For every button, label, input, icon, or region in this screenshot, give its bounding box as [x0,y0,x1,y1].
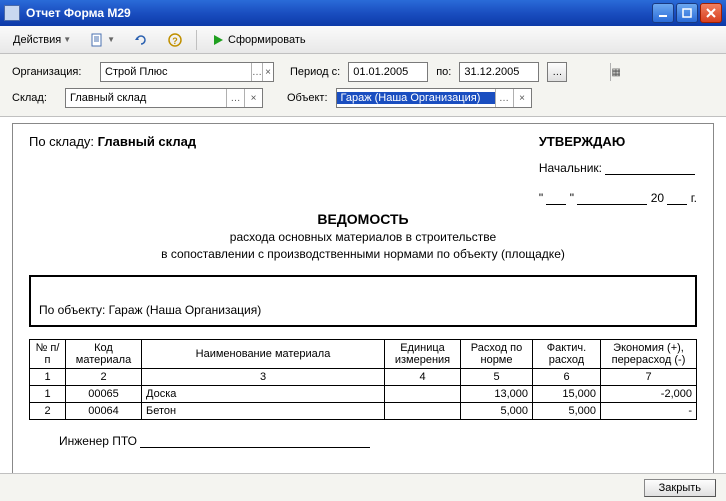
restore-icon [133,32,149,48]
col-econ: Экономия (+), перерасход (-) [601,339,697,368]
svg-text:?: ? [172,36,178,46]
warehouse-input[interactable] [66,92,226,104]
chevron-down-icon: ▼ [63,35,71,44]
play-icon [210,32,226,48]
report-viewport[interactable]: По складу: Главный склад УТВЕРЖДАЮ Начал… [12,123,714,501]
help-button[interactable]: ? [160,29,190,51]
object-label: Объект: [287,92,328,104]
generate-button[interactable]: Сформировать [203,29,313,51]
report-document: По складу: Главный склад УТВЕРЖДАЮ Начал… [13,124,713,458]
period-dialog-button[interactable]: … [547,62,567,82]
window-title: Отчет Форма М29 [26,6,652,20]
close-window-button[interactable] [700,3,722,23]
col-num: № п/п [30,339,66,368]
period-to-input[interactable] [460,66,610,78]
table-header-row: № п/п Код материала Наименование материа… [30,339,697,368]
toolbar-dropdown-button[interactable]: ▼ [82,29,122,51]
approve-heading: УТВЕРЖДАЮ [539,134,697,149]
footer: Закрыть [0,473,726,501]
warehouse-field[interactable]: … × [65,88,263,108]
generate-label: Сформировать [228,34,306,46]
materials-table: № п/п Код материала Наименование материа… [29,339,697,420]
col-norm: Расход по норме [461,339,533,368]
org-clear-button[interactable]: × [262,63,273,81]
toolbar-separator [196,30,197,50]
period-to-calendar-button[interactable]: ▦ [610,63,620,81]
engineer-signature: Инженер ПТО [29,434,697,448]
table-row: 1 00065 Доска 13,000 15,000 -2,000 [30,385,697,402]
org-field[interactable]: … × [100,62,274,82]
table-row: 2 00064 Бетон 5,000 5,000 - [30,402,697,419]
warehouse-label: Склад: [12,92,57,104]
approval-date-line: " " 20 г. [539,191,697,205]
actions-menu[interactable]: Действия ▼ [6,29,78,51]
object-box: По объекту: Гараж (Наша Организация) [29,275,697,327]
warehouse-select-button[interactable]: … [226,89,244,107]
object-clear-button[interactable]: × [513,89,531,107]
object-select-button[interactable]: … [495,89,513,107]
restore-settings-button[interactable] [126,29,156,51]
col-name: Наименование материала [142,339,385,368]
params-panel: Организация: … × Период с: ▦ по: ▦ … Скл… [0,54,726,117]
report-title: ВЕДОМОСТЬ [29,211,697,227]
actions-label: Действия [13,34,61,46]
chief-line: Начальник: [539,161,697,175]
title-bar: Отчет Форма М29 [0,0,726,26]
close-button[interactable]: Закрыть [644,479,716,497]
object-field[interactable]: … × [336,88,532,108]
warehouse-clear-button[interactable]: × [244,89,262,107]
chevron-down-icon: ▼ [107,35,115,44]
org-label: Организация: [12,66,92,78]
table-colnum-row: 1 2 3 4 5 6 7 [30,368,697,385]
period-label: Период с: [290,66,340,78]
page-icon [89,32,105,48]
col-code: Код материала [66,339,142,368]
object-input[interactable] [337,92,495,104]
maximize-button[interactable] [676,3,698,23]
minimize-button[interactable] [652,3,674,23]
col-unit: Единица измерения [385,339,461,368]
period-to-label: по: [436,66,451,78]
calendar-icon: ▦ [611,67,620,78]
app-icon [4,5,20,21]
help-icon: ? [167,32,183,48]
period-to-field[interactable]: ▦ [459,62,539,82]
period-from-field[interactable]: ▦ [348,62,428,82]
toolbar: Действия ▼ ▼ ? Сформировать [0,26,726,54]
report-subtitle: расхода основных материалов в строительс… [29,229,697,263]
report-warehouse-heading: По складу: Главный склад [29,134,196,205]
col-fact: Фактич. расход [533,339,601,368]
org-input[interactable] [101,66,251,78]
org-select-button[interactable]: … [251,63,262,81]
